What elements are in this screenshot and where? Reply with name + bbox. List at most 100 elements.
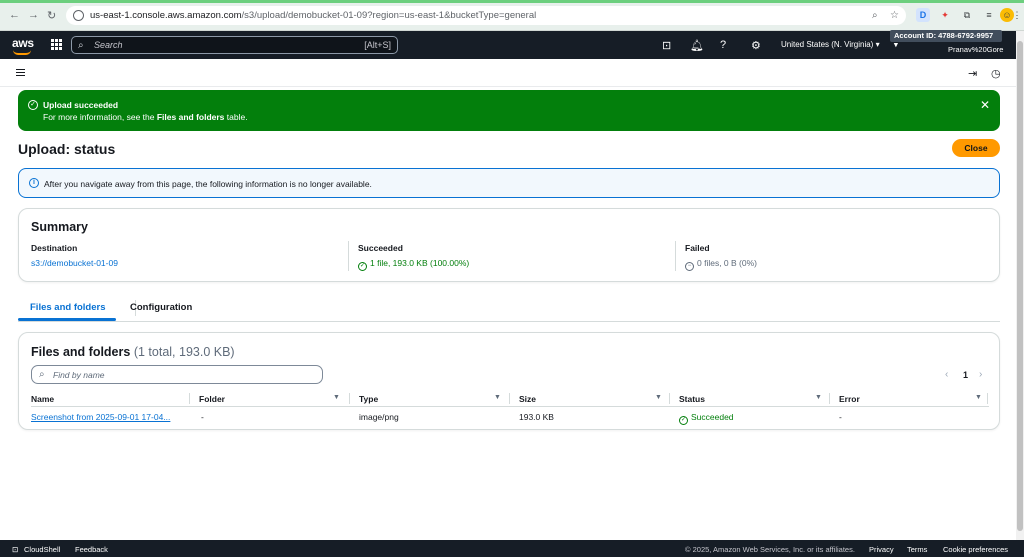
forward-icon[interactable]: →: [28, 9, 39, 21]
copyright-text: © 2025, Amazon Web Services, Inc. or its…: [685, 545, 855, 554]
column-status[interactable]: Status ▼: [679, 394, 822, 404]
cloudshell-icon[interactable]: ⊡: [12, 545, 18, 554]
search-shortcut: [Alt+S]: [364, 40, 391, 50]
find-by-name-input[interactable]: ⌕ Find by name: [31, 365, 323, 384]
cookie-preferences-link[interactable]: Cookie preferences: [943, 545, 1008, 554]
success-flashbar: ✓ Upload succeeded For more information,…: [18, 90, 1000, 131]
failed-minus-icon: −: [685, 262, 694, 271]
close-button[interactable]: Close: [952, 139, 1000, 157]
success-check-icon: ✓: [358, 262, 367, 271]
info-icon: i: [29, 178, 39, 188]
destination-label: Destination: [31, 243, 78, 253]
page-number[interactable]: 1: [963, 370, 968, 380]
active-tab-indicator: [18, 318, 116, 321]
files-heading: Files and folders (1 total, 193.0 KB): [31, 345, 235, 359]
cloudshell-link[interactable]: CloudShell: [24, 545, 60, 554]
column-divider: [675, 241, 676, 271]
sort-caret-icon: ▼: [333, 394, 340, 401]
privacy-link[interactable]: Privacy: [869, 545, 894, 554]
sort-caret-icon: ▼: [655, 394, 662, 401]
clock-icon[interactable]: ◷: [991, 67, 1001, 80]
info-alert: i After you navigate away from this page…: [18, 168, 1000, 198]
file-type: image/png: [359, 412, 399, 422]
reload-icon[interactable]: ↻: [47, 9, 56, 22]
succeeded-value: ✓ 1 file, 193.0 KB (100.00%): [358, 258, 470, 271]
destination-column: Destination s3://demobucket-01-09: [31, 243, 118, 268]
services-grid-icon[interactable]: [51, 39, 62, 50]
extensions-puzzle-icon[interactable]: ⧉: [960, 8, 974, 22]
files-card: Files and folders (1 total, 193.0 KB) ⌕ …: [18, 332, 1000, 430]
sort-caret-icon: ▼: [815, 394, 822, 401]
help-icon[interactable]: ?: [720, 39, 726, 51]
info-text: After you navigate away from this page, …: [44, 179, 372, 189]
column-size[interactable]: Size ▼: [519, 394, 662, 404]
tab-search-icon[interactable]: ≡: [982, 8, 996, 22]
sort-caret-icon: ▼: [494, 394, 501, 401]
console-footer: ⊡ CloudShell Feedback © 2025, Amazon Web…: [0, 540, 1024, 557]
failed-label: Failed: [685, 243, 710, 253]
tab-configuration[interactable]: Configuration: [130, 302, 192, 313]
region-selector[interactable]: United States (N. Virginia) ▾: [781, 40, 880, 49]
prev-page-icon[interactable]: ‹: [945, 369, 948, 380]
user-name[interactable]: Pranav%20Gore: [948, 45, 1003, 54]
success-check-icon: ✓: [28, 100, 38, 110]
table-header: Name Folder ▼ Type ▼ Size ▼ Status ▼ Error ▼: [31, 391, 989, 407]
column-resizer[interactable]: [189, 393, 190, 404]
menu-hamburger-icon[interactable]: [16, 69, 25, 76]
flash-description: For more information, see the Files and …: [43, 112, 248, 122]
site-info-icon[interactable]: [73, 10, 84, 21]
column-resizer[interactable]: [669, 393, 670, 404]
aws-top-nav: aws ⌕ Search [Alt+S] ⊡ 🔔︎ ? ⚙ United Sta…: [0, 31, 1016, 59]
extension-red-icon[interactable]: ✦: [938, 8, 952, 22]
search-placeholder: Search: [94, 40, 123, 50]
column-folder[interactable]: Folder ▼: [199, 394, 340, 404]
browser-menu-icon[interactable]: ⋮: [1012, 8, 1022, 22]
column-name[interactable]: Name: [31, 394, 54, 404]
dismiss-close-icon[interactable]: ✕: [980, 98, 990, 112]
search-icon: ⌕: [78, 40, 84, 51]
address-bar[interactable]: us-east-1.console.aws.amazon.com/s3/uplo…: [66, 6, 906, 25]
back-icon[interactable]: ←: [9, 9, 20, 21]
zoom-icon[interactable]: ⌕: [872, 10, 878, 21]
next-page-icon[interactable]: ›: [979, 369, 982, 380]
sort-caret-icon: ▼: [975, 394, 982, 401]
search-input[interactable]: ⌕ Search [Alt+S]: [71, 36, 398, 54]
notifications-bell-icon[interactable]: 🔔︎: [690, 39, 704, 52]
bookmark-star-icon[interactable]: ☆: [890, 10, 899, 21]
summary-card: Summary Destination s3://demobucket-01-0…: [18, 208, 1000, 282]
browser-toolbar: ← → ↻ us-east-1.console.aws.amazon.com/s…: [0, 0, 1024, 31]
extension-d-icon[interactable]: D: [916, 8, 930, 22]
browser-accent-strip: [0, 0, 1024, 3]
url-text: us-east-1.console.aws.amazon.com/s3/uplo…: [90, 10, 537, 21]
tab-files-and-folders[interactable]: Files and folders: [30, 302, 106, 313]
feedback-link[interactable]: Feedback: [75, 545, 108, 554]
settings-gear-icon[interactable]: ⚙: [751, 39, 761, 52]
destination-link[interactable]: s3://demobucket-01-09: [31, 258, 118, 268]
scrollbar-thumb[interactable]: [1017, 41, 1023, 531]
aws-logo-smile: [13, 50, 31, 55]
column-error[interactable]: Error ▼: [839, 394, 982, 404]
column-type[interactable]: Type ▼: [359, 394, 501, 404]
failed-value: −0 files, 0 B (0%): [685, 258, 757, 271]
file-error: -: [839, 412, 842, 422]
column-resizer[interactable]: [349, 393, 350, 404]
tab-list: Files and folders Configuration: [18, 296, 1000, 322]
flash-title: Upload succeeded: [43, 100, 119, 110]
account-id-badge[interactable]: Account ID: 4788-6792-9957 ▾: [890, 30, 1002, 49]
column-resizer[interactable]: [829, 393, 830, 404]
column-resizer[interactable]: [509, 393, 510, 404]
panel-icon[interactable]: ⇥: [968, 67, 977, 80]
page-title: Upload: status: [18, 141, 116, 157]
terms-link[interactable]: Terms: [907, 545, 927, 554]
file-name-link[interactable]: Screenshot from 2025-09-01 17-04...: [31, 412, 170, 422]
cloudshell-icon[interactable]: ⊡: [662, 39, 671, 52]
failed-column: Failed −0 files, 0 B (0%): [675, 241, 757, 271]
aws-logo[interactable]: aws: [12, 36, 34, 55]
search-icon: ⌕: [39, 369, 45, 380]
success-check-icon: ✓: [679, 416, 688, 425]
column-resizer[interactable]: [987, 393, 988, 404]
succeeded-label: Succeeded: [358, 243, 403, 253]
table-row: Screenshot from 2025-09-01 17-04... - im…: [31, 409, 989, 425]
page-scrollbar[interactable]: [1016, 31, 1024, 540]
succeeded-column: Succeeded ✓ 1 file, 193.0 KB (100.00%): [348, 241, 470, 271]
